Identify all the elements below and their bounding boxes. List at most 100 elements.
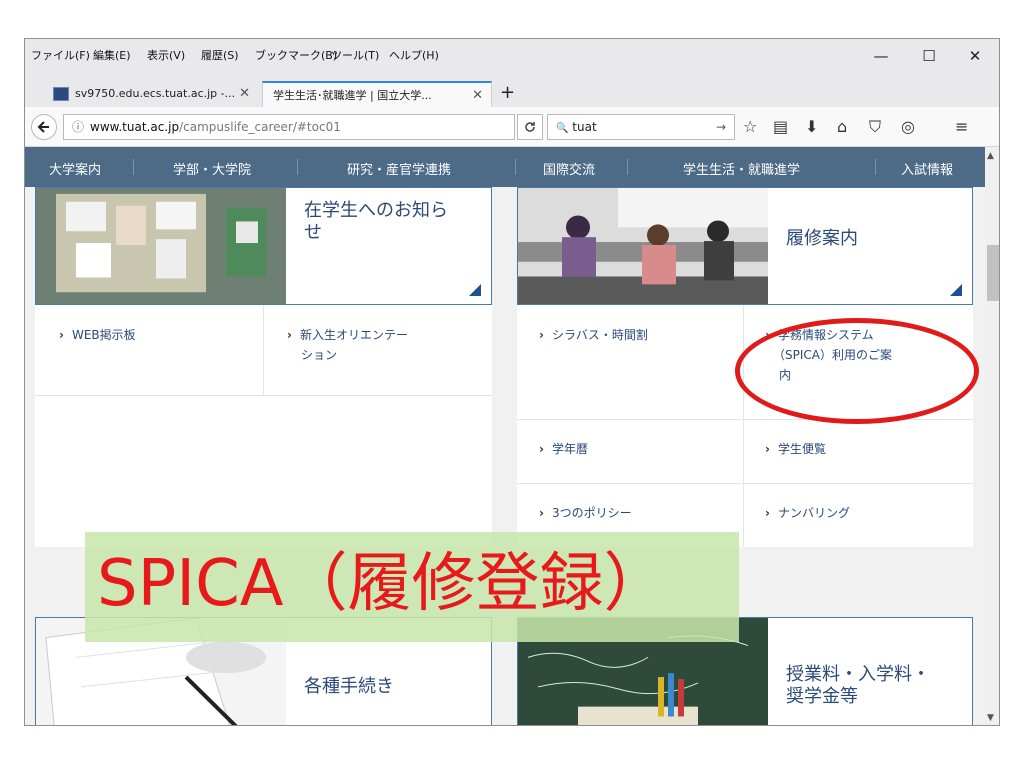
link-syllabus[interactable]: › シラバス・時間割 [539,325,739,345]
tab-sv9750[interactable]: sv9750.edu.ecs.tuat.ac.jp -... ✕ [43,81,258,107]
download-icon[interactable]: ⬇ [805,117,818,137]
link-label: WEB掲示板 [71,328,136,342]
scroll-thumb[interactable] [987,245,999,301]
menu-view[interactable]: 表示(V) [147,47,185,63]
highlight-ring [735,318,979,424]
chevron-right-icon: › [539,328,544,342]
tab-close-icon[interactable]: ✕ [472,83,483,109]
close-window-button[interactable]: ✕ [955,45,995,67]
search-value: tuat [572,120,597,134]
menu-file[interactable]: ファイル(F) [31,47,90,63]
card-courses[interactable]: 履修案内 [517,187,973,305]
nav-student-life[interactable]: 学生生活・就職進学 [683,159,800,178]
nav-separator [133,159,134,175]
menu-edit[interactable]: 編集(E) [93,47,131,63]
classroom-photo [518,188,768,304]
chevron-right-icon: › [539,442,544,456]
tab-label: 学生生活･就職進学 | 国立大学... [273,89,432,102]
reload-button[interactable] [517,114,543,140]
sync-icon[interactable]: ◎ [901,117,915,137]
menu-history[interactable]: 履歴(S) [201,47,239,63]
nav-faculties[interactable]: 学部・大学院 [173,159,251,178]
card-title-courses: 履修案内 [786,228,858,250]
nav-separator [875,159,876,175]
link-label: 学生便覧 [777,442,826,456]
maximize-button[interactable]: ☐ [909,45,949,67]
page-scrollbar[interactable]: ▲ ▼ [985,147,999,725]
corner-triangle-icon [950,284,962,296]
nav-about[interactable]: 大学案内 [49,159,101,178]
grid-divider [35,395,492,396]
card-title-notices: 在学生へのお知ら せ [304,200,448,244]
search-input[interactable]: 🔍 tuat → [547,114,735,140]
scroll-up-icon[interactable]: ▲ [987,151,994,161]
menu-bookmarks[interactable]: ブックマーク(B) [255,47,337,63]
link-label: シラバス・時間割 [551,328,648,342]
menu-help[interactable]: ヘルプ(H) [389,47,439,63]
link-label: 学年暦 [551,442,588,456]
menu-tools[interactable]: ツール(T) [331,47,379,63]
url-path: /campuslife_career/#toc01 [179,120,341,134]
card-title-line: 各種手続き [304,676,394,697]
new-tab-button[interactable]: + [500,81,515,105]
card-title-line: 奨学金等 [786,686,858,707]
chevron-right-icon: › [765,506,770,520]
url-domain: www.tuat.ac.jp [90,120,180,134]
site-nav: 大学案内 学部・大学院 研究・産官学連携 国際交流 学生生活・就職進学 入試情報 [25,147,985,187]
chevron-right-icon: › [287,328,292,342]
site-info-icon[interactable]: ⓘ [72,120,84,134]
back-button[interactable] [31,114,57,140]
minimize-button[interactable]: — [861,45,901,67]
nav-admissions[interactable]: 入試情報 [901,159,953,178]
card-title-procedures: 各種手続き [304,676,394,698]
card-notices[interactable]: 在学生へのお知ら せ [35,187,492,305]
pocket-icon[interactable]: ⛉ [869,117,881,137]
nav-separator [627,159,628,175]
left-link-grid: › WEB掲示板 › 新入生オリエンテー ション [35,305,492,547]
link-label: ナンバリング [777,506,850,520]
link-student-handbook[interactable]: › 学生便覧 [765,439,965,459]
tab-strip: sv9750.edu.ecs.tuat.ac.jp -... ✕ 学生生活･就職… [25,73,999,107]
nav-separator [515,159,516,175]
nav-separator [297,159,298,175]
tab-label: sv9750.edu.ecs.tuat.ac.jp -... [75,87,236,100]
corner-triangle-icon [469,284,481,296]
tab-campuslife[interactable]: 学生生活･就職進学 | 国立大学... ✕ [262,81,492,107]
search-go-icon[interactable]: → [716,115,726,139]
bookmark-star-icon[interactable]: ☆ [743,117,757,137]
link-orientation[interactable]: › 新入生オリエンテー ション [287,325,487,365]
reload-icon [525,122,535,132]
grid-divider [263,305,264,395]
menu-bar: ファイル(F) 編集(E) 表示(V) 履歴(S) ブックマーク(B) ツール(… [25,39,999,73]
grid-divider [517,483,973,484]
back-arrow-icon [37,121,49,133]
chevron-right-icon: › [59,328,64,342]
card-title-line: 授業料・入学料・ [786,664,930,685]
hamburger-menu-icon[interactable]: ≡ [955,117,968,137]
card-title-line: せ [304,222,322,243]
tab-close-icon[interactable]: ✕ [239,81,250,107]
site-favicon-icon [53,87,69,101]
card-title-line: 履修案内 [786,228,858,249]
link-three-policies[interactable]: › 3つのポリシー [539,503,739,523]
link-label-line2: ション [301,348,338,362]
link-label: 3つのポリシー [551,506,632,520]
chevron-right-icon: › [539,506,544,520]
search-icon: 🔍 [556,123,569,134]
home-icon[interactable]: ⌂ [837,117,847,137]
bulletin-board-photo [36,188,286,304]
grid-divider [743,305,744,547]
link-academic-calendar[interactable]: › 学年暦 [539,439,739,459]
caption-text: SPICA（履修登録） [97,547,668,621]
reader-list-icon[interactable]: ▤ [773,117,788,137]
link-numbering[interactable]: › ナンバリング [765,503,965,523]
link-web-bulletin[interactable]: › WEB掲示板 [59,325,259,345]
nav-international[interactable]: 国際交流 [543,159,595,178]
card-title-line: 在学生へのお知ら [304,200,448,221]
url-bar[interactable]: ⓘ www.tuat.ac.jp/campuslife_career/#toc01 [63,114,515,140]
navigation-bar: ⓘ www.tuat.ac.jp/campuslife_career/#toc01… [25,107,999,147]
nav-research[interactable]: 研究・産官学連携 [347,159,451,178]
scroll-down-icon[interactable]: ▼ [987,713,994,723]
card-title-fees: 授業料・入学料・ 奨学金等 [786,664,930,708]
link-label: 新入生オリエンテー [299,328,408,342]
